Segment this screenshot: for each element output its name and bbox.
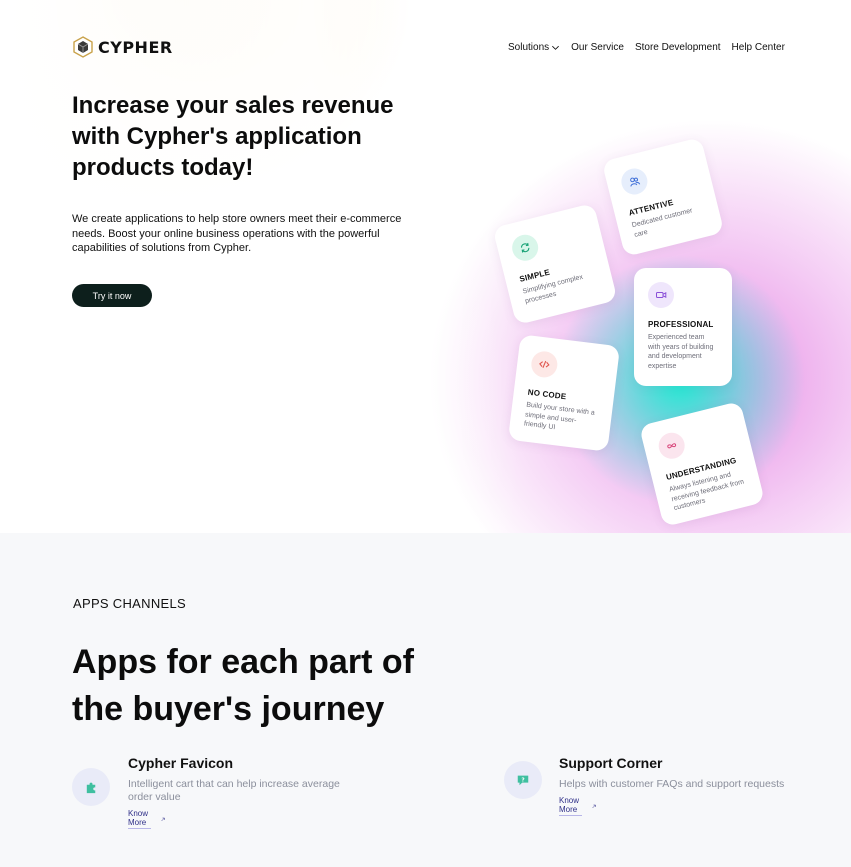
know-more-link[interactable]: Know More — [559, 796, 596, 816]
nav-item-help-center[interactable]: Help Center — [732, 42, 785, 53]
section-eyebrow: APPS CHANNELS — [73, 596, 186, 611]
section-title: Apps for each part of the buyer's journe… — [72, 643, 414, 728]
hero-section: CYPHER Solutions Our Service Store Devel… — [0, 0, 851, 533]
card-no-code: NO CODE Build your store with a simple a… — [507, 334, 621, 452]
feature-name: Support Corner — [559, 755, 663, 771]
card-subtitle: Experienced team with years of building … — [648, 334, 714, 370]
hexagon-cube-logo-icon — [73, 36, 93, 58]
try-it-now-button[interactable]: Try it now — [72, 284, 152, 307]
chat-question-icon: ? — [504, 761, 542, 799]
card-title: PROFESSIONAL — [648, 320, 714, 329]
refresh-icon — [509, 231, 541, 264]
hero-title: Increase your sales revenue with Cypher'… — [72, 92, 394, 181]
card-subtitle: Build your store with a simple and user-… — [523, 401, 596, 432]
brand-logo[interactable]: CYPHER — [72, 36, 173, 58]
nav-item-label: Our Service — [571, 42, 624, 53]
hero-description: We create applications to help store own… — [72, 213, 402, 254]
arrow-up-right-icon — [161, 817, 165, 821]
know-more-label: Know More — [128, 809, 152, 829]
feature-name: Cypher Favicon — [128, 755, 234, 771]
top-navigation: Solutions Our Service Store Development … — [508, 42, 785, 53]
card-professional: PROFESSIONAL Experienced team with years… — [634, 268, 732, 386]
nav-item-solutions[interactable]: Solutions — [508, 42, 560, 53]
nav-item-label: Store Development — [634, 42, 721, 53]
brand-name: CYPHER — [98, 37, 173, 57]
nav-item-label: Solutions — [508, 42, 550, 53]
nav-item-our-service[interactable]: Our Service — [571, 42, 624, 53]
video-camera-icon — [648, 282, 674, 308]
white-fade-overlay — [0, 0, 520, 533]
people-icon — [618, 165, 651, 198]
svg-text:?: ? — [521, 777, 524, 783]
infinity-icon — [655, 430, 688, 462]
know-more-link[interactable]: Know More — [128, 809, 165, 829]
chevron-down-icon — [552, 45, 560, 50]
feature-description: Intelligent cart that can help increase … — [128, 778, 340, 803]
arrow-up-right-icon — [592, 804, 596, 808]
nav-item-label: Help Center — [731, 42, 785, 53]
nav-item-store-development[interactable]: Store Development — [635, 42, 721, 53]
apps-channels-section: APPS CHANNELS Apps for each part of the … — [0, 533, 851, 867]
puzzle-icon — [72, 768, 110, 806]
feature-description: Helps with customer FAQs and support req… — [559, 778, 785, 790]
code-icon — [529, 349, 559, 379]
know-more-label: Know More — [559, 796, 583, 816]
